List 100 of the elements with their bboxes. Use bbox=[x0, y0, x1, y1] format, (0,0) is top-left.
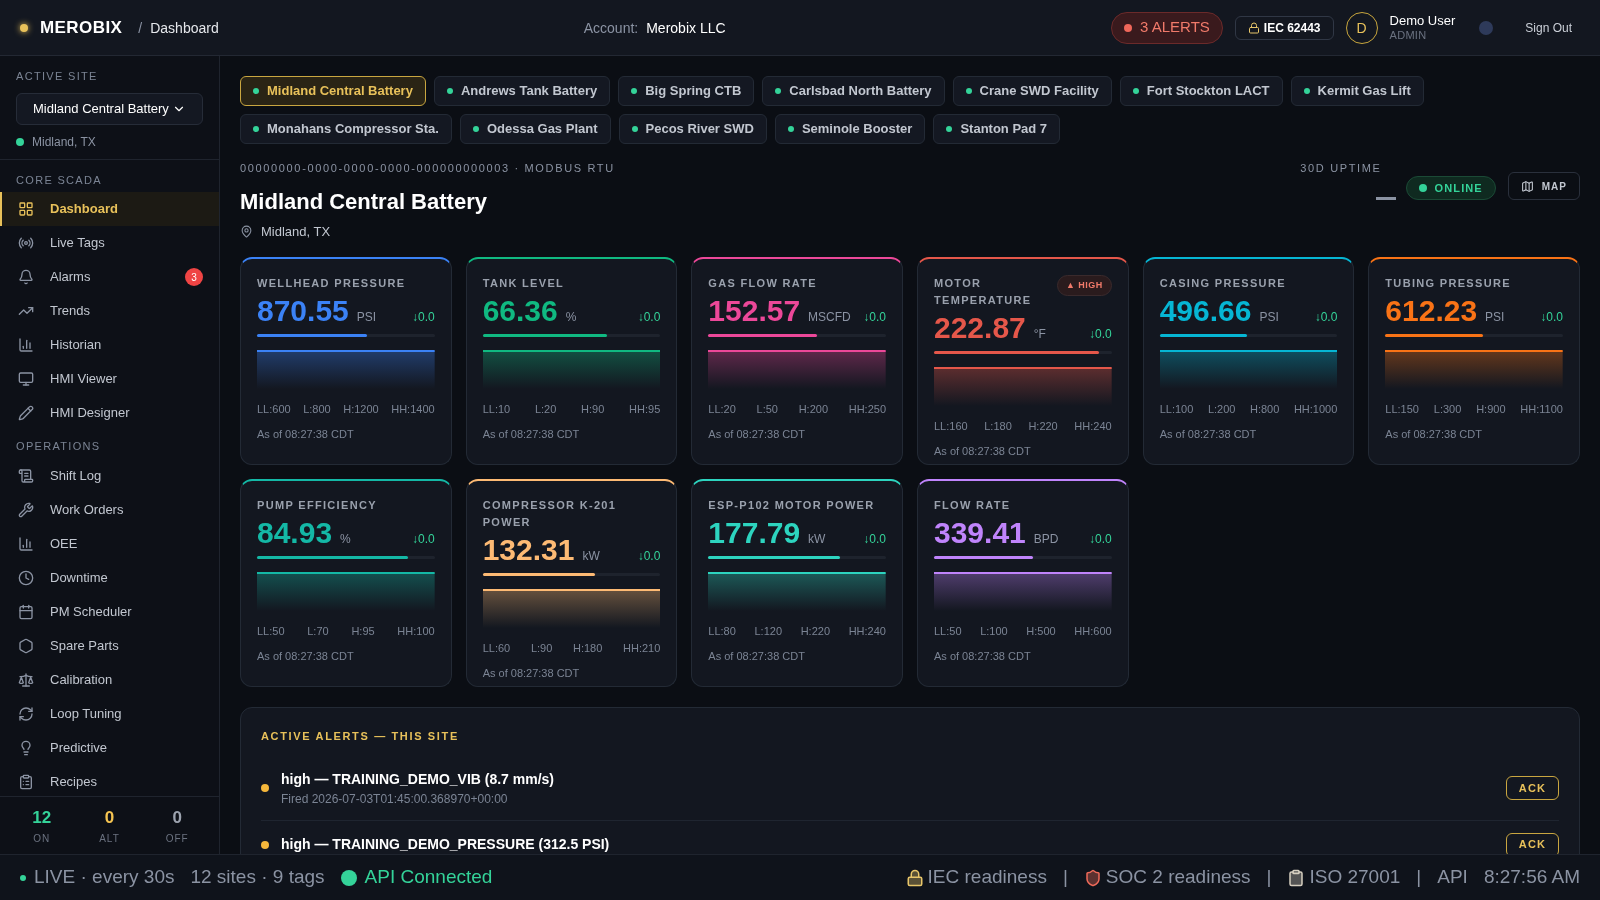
separator: | bbox=[1266, 865, 1272, 890]
limit-label: H:180 bbox=[573, 641, 603, 656]
map-icon bbox=[1520, 179, 1534, 193]
nav-item[interactable]: Calibration bbox=[0, 662, 219, 697]
pencil-icon bbox=[18, 405, 34, 421]
timestamp: As of 08:27:38 CDT bbox=[1385, 426, 1483, 442]
nav-item[interactable]: PM Scheduler bbox=[0, 594, 219, 629]
hexagon-icon bbox=[18, 637, 34, 654]
nav-item[interactable]: Work Orders bbox=[0, 492, 219, 527]
site-location: Midland, TX bbox=[32, 133, 96, 151]
lock-icon bbox=[905, 868, 924, 887]
metric-delta: ↓0.0 bbox=[1314, 309, 1338, 326]
bar-chart-icon bbox=[18, 337, 34, 353]
metric-name: PUMP EFFICIENCY bbox=[257, 498, 377, 513]
panel-title: ACTIVE ALERTS — THIS SITE bbox=[261, 729, 460, 744]
count-badge: 3 bbox=[185, 268, 203, 286]
metric-value: 870.55 bbox=[257, 296, 349, 326]
metric-name: MOTOR TEMPERATURE bbox=[934, 276, 1033, 308]
scale-icon bbox=[18, 671, 34, 688]
brand-name: MEROBIX bbox=[40, 16, 123, 39]
timestamp: As of 08:27:38 CDT bbox=[482, 426, 581, 442]
site-chip[interactable]: Crane SWD Facility bbox=[952, 76, 1112, 106]
theme-toggle-icon[interactable] bbox=[1479, 20, 1494, 35]
site-chip[interactable]: Stanton Pad 7 bbox=[933, 114, 1061, 144]
site-chip[interactable]: Odessa Gas Plant bbox=[459, 114, 611, 144]
metric-delta: ↓0.0 bbox=[411, 531, 435, 548]
limit-label: L:120 bbox=[754, 624, 783, 639]
timestamp: As of 08:27:38 CDT bbox=[708, 426, 806, 442]
readiness-label: IEC readiness bbox=[927, 865, 1047, 890]
nav-item[interactable]: Alarms 3 bbox=[0, 260, 219, 294]
monitor-icon bbox=[18, 371, 34, 387]
limit-label: H:900 bbox=[1476, 402, 1506, 417]
timestamp: As of 08:27:38 CDT bbox=[934, 648, 1032, 664]
metric-name: CASING PRESSURE bbox=[1159, 276, 1286, 291]
nav-item[interactable]: Predictive bbox=[0, 730, 219, 765]
status-text: 8:27:56 AM bbox=[1483, 865, 1580, 890]
metric-value: 177.79 bbox=[708, 518, 801, 548]
ack-button[interactable]: ACK bbox=[1505, 776, 1559, 800]
nav-item[interactable]: Recipes bbox=[0, 764, 219, 796]
metric-delta: ↓0.0 bbox=[1088, 326, 1112, 343]
alerts-badge[interactable]: 3 ALERTS bbox=[1111, 11, 1223, 44]
metric-name: WELLHEAD PRESSURE bbox=[257, 276, 406, 291]
count-label: OFF bbox=[165, 831, 189, 846]
limit-label: HH:100 bbox=[397, 624, 435, 639]
nav-item[interactable]: Historian bbox=[0, 328, 219, 362]
limit-label: LL:60 bbox=[482, 641, 511, 656]
site-select[interactable]: Midland Central Battery bbox=[16, 92, 203, 125]
site-chip[interactable]: Big Spring CTB bbox=[618, 76, 755, 106]
nav-item[interactable]: Spare Parts bbox=[0, 628, 219, 663]
metric-value: 612.23 bbox=[1385, 296, 1478, 326]
live-indicator: LIVE · every 30s bbox=[34, 865, 175, 890]
site-chip[interactable]: Seminole Booster bbox=[774, 114, 926, 144]
limit-label: HH:240 bbox=[848, 624, 886, 639]
timestamp: As of 08:27:38 CDT bbox=[257, 648, 355, 664]
limit-label: HH:240 bbox=[1074, 419, 1112, 434]
limit-label: L:90 bbox=[530, 641, 553, 656]
nav-item[interactable]: Live Tags bbox=[0, 226, 219, 260]
site-chip[interactable]: Pecos River SWD bbox=[618, 114, 767, 144]
nav-item[interactable]: OEE bbox=[0, 526, 219, 561]
limit-label: HH:210 bbox=[623, 641, 661, 656]
metric-unit: PSI bbox=[356, 309, 377, 326]
limit-label: L:800 bbox=[303, 402, 331, 417]
metric-unit: kW bbox=[808, 531, 826, 548]
map-button[interactable]: MAP bbox=[1507, 172, 1580, 200]
clock-icon bbox=[18, 569, 34, 586]
alert-title: high — TRAINING_DEMO_VIB (8.7 mm/s) bbox=[281, 769, 556, 789]
limit-label: H:220 bbox=[800, 624, 831, 639]
site-chip[interactable]: Monahans Compressor Sta. bbox=[240, 114, 452, 144]
site-chip[interactable]: Kermit Gas Lift bbox=[1290, 76, 1424, 106]
site-chip[interactable]: Andrews Tank Battery bbox=[433, 76, 611, 106]
readiness-label: SOC 2 readiness bbox=[1105, 865, 1251, 890]
metric-delta: ↓0.0 bbox=[411, 309, 435, 326]
site-chip[interactable]: Midland Central Battery bbox=[240, 76, 426, 106]
site-chip[interactable]: Carlsbad North Battery bbox=[762, 76, 945, 106]
limit-label: H:200 bbox=[798, 402, 828, 417]
clipboard-icon bbox=[18, 773, 34, 790]
count-label: ON bbox=[33, 831, 51, 846]
sign-out-button[interactable]: Sign Out bbox=[1525, 18, 1572, 37]
limit-label: L:100 bbox=[980, 624, 1008, 639]
user-name: Demo User bbox=[1389, 12, 1456, 29]
nav-item[interactable]: Downtime bbox=[0, 560, 219, 595]
nav-item[interactable]: Dashboard bbox=[0, 192, 219, 226]
limit-label: L:180 bbox=[984, 419, 1012, 434]
metric-name: ESP-P102 MOTOR POWER bbox=[708, 498, 875, 513]
api-status: API Connected bbox=[364, 865, 493, 890]
metric-value: 339.41 bbox=[934, 518, 1026, 548]
limit-label: H:800 bbox=[1249, 402, 1280, 417]
nav-item[interactable]: Shift Log bbox=[0, 458, 219, 493]
metric-value: 496.66 bbox=[1159, 296, 1252, 326]
metric-name: GAS FLOW RATE bbox=[708, 276, 817, 291]
timestamp: As of 08:27:38 CDT bbox=[934, 443, 1032, 459]
count-value: 0 bbox=[172, 807, 182, 830]
nav-item[interactable]: Trends bbox=[0, 294, 219, 328]
timestamp: As of 08:27:38 CDT bbox=[257, 426, 355, 442]
clipboard-icon bbox=[1287, 868, 1306, 887]
breadcrumb-separator: / bbox=[138, 18, 143, 38]
nav-item[interactable]: HMI Designer bbox=[0, 396, 219, 430]
nav-item[interactable]: HMI Viewer bbox=[0, 362, 219, 396]
site-chip[interactable]: Fort Stockton LACT bbox=[1119, 76, 1283, 106]
nav-item[interactable]: Loop Tuning bbox=[0, 696, 219, 731]
